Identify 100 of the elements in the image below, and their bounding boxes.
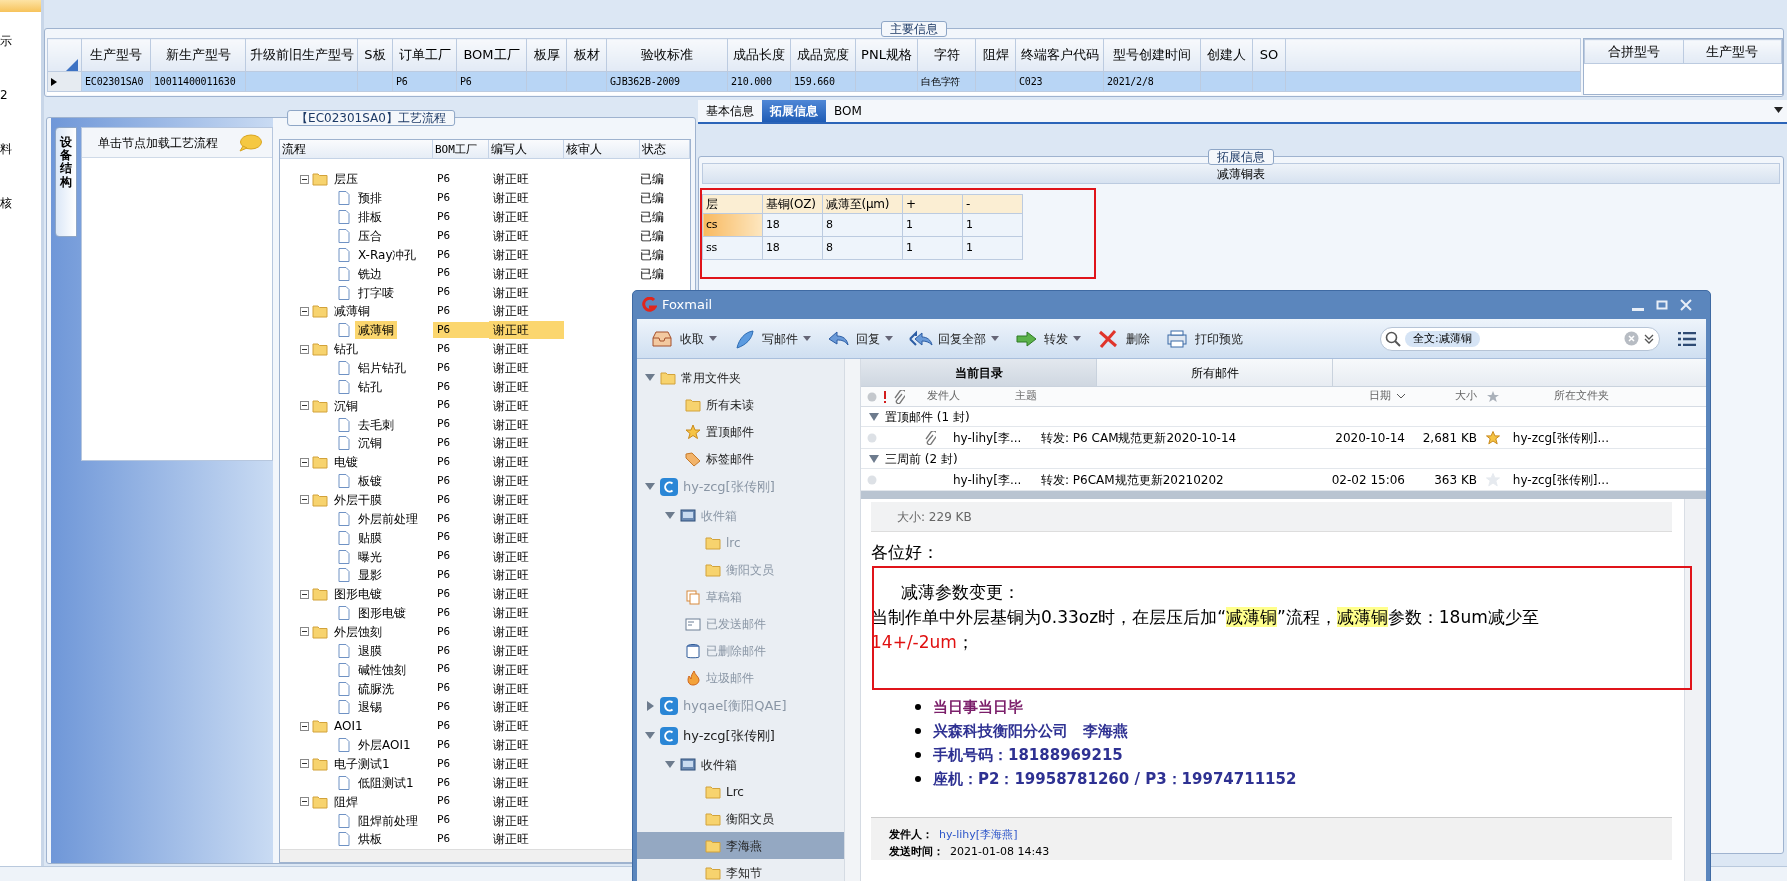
column-header[interactable]: 生产型号 — [1683, 39, 1782, 64]
row-header[interactable] — [47, 71, 82, 92]
tree-item[interactable]: 碱性蚀刻 — [355, 660, 409, 679]
mail-row[interactable]: hy-lihy[李... 转发: P6CAM规范更新20210202 02-02 15:06 363 KB hy-zcg[张传刚]... — [861, 468, 1706, 491]
column-header[interactable]: 层 — [702, 194, 763, 214]
collapsed-triangle-icon[interactable] — [645, 701, 655, 711]
column-header[interactable]: 流程 — [280, 140, 433, 159]
tree-item[interactable]: 阻焊 — [331, 792, 361, 811]
column-header[interactable]: 状态 — [640, 140, 690, 159]
tab[interactable]: 基本信息 — [698, 100, 762, 122]
column-header[interactable]: 字符 — [917, 38, 976, 72]
tree-item[interactable]: 外层AOI1 — [355, 736, 414, 755]
tree-item[interactable]: 减薄铜 — [331, 302, 373, 321]
tree-item[interactable]: 铣边 — [355, 264, 385, 283]
tree-item[interactable]: 贴膜 — [355, 528, 385, 547]
tree-item[interactable]: 硫脲洗 — [355, 679, 397, 698]
search-field[interactable]: 全文:减薄铜 — [1380, 326, 1660, 351]
tab[interactable]: BOM — [826, 100, 870, 122]
tree-item[interactable]: 层压 — [331, 170, 361, 189]
column-header[interactable]: 生产型号 — [81, 38, 151, 72]
column-header[interactable]: 阻焊 — [975, 38, 1016, 72]
vertical-scrollbar[interactable] — [1684, 499, 1706, 881]
tree-item[interactable]: 外层前处理 — [355, 509, 421, 528]
collapse-icon[interactable] — [300, 759, 309, 769]
tree-item[interactable]: 打字唛 — [355, 283, 397, 302]
list-group-header[interactable]: 置顶邮件 (1 封) — [861, 407, 1706, 426]
expanded-triangle-icon[interactable] — [665, 510, 675, 521]
tree-item[interactable]: 烘板 — [355, 830, 385, 849]
expanded-triangle-icon[interactable] — [645, 482, 655, 492]
collapse-icon[interactable] — [300, 174, 309, 184]
dropdown-caret-icon[interactable] — [1774, 107, 1783, 113]
column-header[interactable]: 型号创建时间 — [1103, 38, 1201, 72]
collapse-icon[interactable] — [300, 721, 309, 731]
collapse-icon[interactable] — [300, 457, 309, 467]
tree-item[interactable]: 电子测试1 — [331, 755, 393, 773]
column-header[interactable]: - — [962, 194, 1023, 214]
collapse-icon[interactable] — [300, 401, 309, 411]
folder-item[interactable]: Lrc — [637, 778, 844, 805]
sidebar-item[interactable]: 示 — [0, 12, 41, 66]
column-header[interactable]: SO — [1252, 38, 1286, 72]
folder-item[interactable]: 衡阳文员 — [637, 805, 844, 832]
column-header[interactable]: + — [902, 194, 963, 214]
tree-item[interactable]: 电镀 — [331, 453, 361, 472]
column-header[interactable]: 编写人 — [489, 140, 564, 159]
tab[interactable]: 所有邮件 — [1097, 359, 1333, 386]
column-header[interactable]: 板厚 — [526, 38, 567, 72]
column-header[interactable]: 终端客户代码 — [1015, 38, 1104, 72]
horizontal-scrollbar[interactable] — [280, 849, 635, 862]
folder-item[interactable]: 置顶邮件 — [637, 418, 844, 445]
collapse-icon[interactable] — [300, 306, 309, 316]
tree-item[interactable]: AOI1 — [331, 717, 366, 736]
toolbar-button[interactable]: 转发 — [1007, 326, 1089, 351]
toolbar-button[interactable]: 打印预览 — [1158, 326, 1251, 351]
tree-item[interactable]: 压合 — [355, 226, 385, 245]
sidebar-item[interactable]: 料 — [0, 120, 41, 174]
tree-item[interactable]: 外层蚀刻 — [331, 622, 385, 641]
folder-item[interactable]: 李海燕 — [637, 832, 844, 859]
column-header[interactable]: 发件人 — [927, 388, 1007, 405]
tree-item[interactable]: 图形电镀 — [355, 604, 409, 623]
folder-item[interactable]: 标签邮件 — [637, 445, 844, 472]
collapse-icon[interactable] — [300, 495, 309, 505]
tree-item[interactable]: 外层干膜 — [331, 490, 385, 509]
list-group-header[interactable]: 三周前 (2 封) — [861, 449, 1706, 468]
folder-item[interactable]: 常用文件夹 — [637, 364, 844, 391]
expanded-triangle-icon[interactable] — [645, 731, 655, 741]
column-header[interactable]: 验收标准 — [606, 38, 728, 72]
column-header[interactable]: 创建人 — [1200, 38, 1253, 72]
column-header[interactable]: 合拼型号 — [1584, 39, 1683, 64]
column-header[interactable]: 减薄至(μm) — [822, 194, 903, 214]
side-tab[interactable]: 设备结构 — [55, 127, 77, 237]
tree-item[interactable]: 曝光 — [355, 547, 385, 566]
column-header[interactable]: 成品长度 — [727, 38, 791, 72]
toolbar-button[interactable]: 回复 — [819, 326, 901, 351]
tree-item[interactable]: X-Ray冲孔 — [355, 245, 420, 264]
tree-item[interactable]: 板镀 — [355, 472, 385, 491]
sender-link[interactable]: hy-lihy[李海燕] — [939, 828, 1018, 841]
column-header[interactable]: PNL规格 — [855, 38, 918, 72]
tree-item[interactable]: 排板 — [355, 208, 385, 227]
toolbar-button[interactable]: 回复全部 — [901, 326, 1007, 351]
tree-item[interactable]: 减薄铜 — [355, 321, 397, 340]
column-header[interactable]: 新生产型号 — [150, 38, 246, 72]
column-header[interactable]: S板 — [357, 38, 393, 72]
column-header[interactable]: 日期 — [1265, 388, 1405, 405]
column-header[interactable]: BOM工厂 — [456, 38, 527, 72]
tab[interactable]: 当前目录 — [861, 359, 1097, 386]
column-header[interactable]: 大小 — [1405, 388, 1477, 405]
folder-item[interactable]: 李知节 — [637, 859, 844, 881]
collapse-icon[interactable] — [300, 344, 309, 354]
mail-row[interactable]: hy-lihy[李... 转发: P6 CAM规范更新2020-10-14 2020-10-14 2,681 KB hy-zcg[张传刚]... — [861, 426, 1706, 449]
sidebar-item[interactable]: 核 — [0, 174, 41, 228]
chevron-down-icon[interactable] — [1643, 332, 1655, 345]
column-header[interactable]: BOM工厂 — [433, 140, 489, 159]
star-icon[interactable] — [1486, 430, 1500, 445]
sidebar-item[interactable]: 2 — [0, 66, 41, 120]
folder-item[interactable]: 收件箱 — [637, 751, 844, 778]
tree-item[interactable]: 低阻测试1 — [355, 773, 417, 792]
tree-item[interactable]: 预排 — [355, 189, 385, 208]
tree-item[interactable]: 去毛刺 — [355, 415, 397, 434]
collapse-icon[interactable] — [300, 627, 309, 637]
tree-item[interactable]: 沉铜 — [355, 434, 385, 453]
